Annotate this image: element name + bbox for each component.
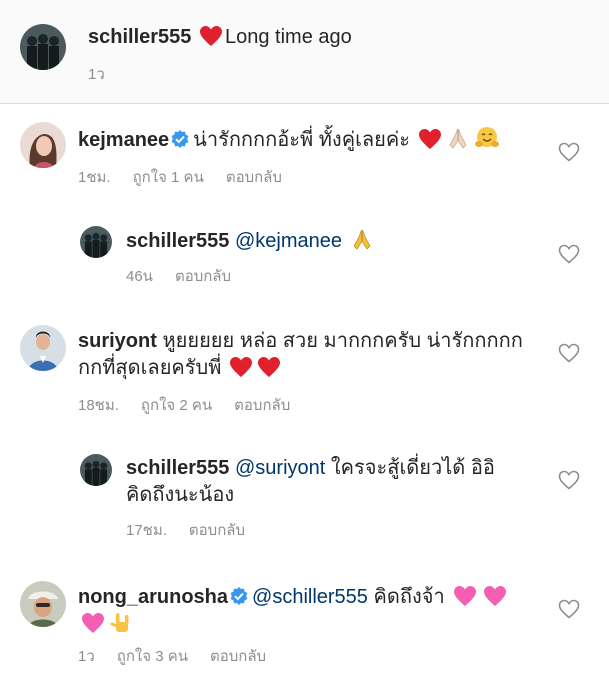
reply-text-line-1: ใครจะสู้เดี่ยวได้ อิอิ <box>330 457 495 479</box>
hugging-face-emoji-icon <box>474 126 500 157</box>
pink-hearts-emoji-icon <box>80 612 106 641</box>
mention-link[interactable]: @suriyont <box>235 457 325 479</box>
comment-time: 1ว <box>78 648 95 665</box>
reply-link[interactable]: ตอบกลับ <box>175 268 231 285</box>
avatar[interactable] <box>80 454 112 486</box>
pink-hearts-emoji-icon <box>452 585 478 614</box>
mention-link[interactable]: @schiller555 <box>252 586 368 608</box>
mention-link[interactable]: @kejmanee <box>235 230 342 252</box>
like-heart-icon[interactable] <box>558 343 580 363</box>
caption-text: Long time ago <box>224 26 352 48</box>
post-caption: schiller555 Long time ago 1ว <box>0 0 609 104</box>
red-heart-emoji-icon <box>257 356 281 385</box>
comment-text: คิดถึงจ้า <box>373 586 445 608</box>
reply-text-line-2: คิดถึงนะน้อง <box>126 484 235 506</box>
avatar[interactable] <box>20 581 66 627</box>
praying-hands-emoji-icon <box>350 227 374 258</box>
like-heart-icon[interactable] <box>558 142 580 162</box>
reply-link[interactable]: ตอบกลับ <box>210 648 266 665</box>
comment-username[interactable]: nong_arunosha <box>78 586 228 608</box>
caption-time: 1ว <box>88 66 105 83</box>
red-heart-emoji-icon <box>199 25 223 54</box>
pink-hearts-emoji-icon <box>482 585 508 614</box>
verified-badge-icon <box>171 129 189 155</box>
caption-username[interactable]: schiller555 <box>88 26 191 48</box>
avatar[interactable] <box>20 122 66 168</box>
avatar[interactable] <box>20 325 66 371</box>
likes-count-link[interactable]: ถูกใจ 1 คน <box>133 169 204 186</box>
likes-count-link[interactable]: ถูกใจ 3 คน <box>117 648 188 665</box>
comment-text: น่ารักกกกอ้ะพี่ ทั้งคู่เลยค่ะ <box>193 129 411 151</box>
praying-hands-emoji-icon <box>446 126 470 157</box>
likes-count-link[interactable]: ถูกใจ 2 คน <box>141 397 212 414</box>
like-heart-icon[interactable] <box>558 244 580 264</box>
reply-link[interactable]: ตอบกลับ <box>226 169 282 186</box>
comment-username[interactable]: kejmanee <box>78 129 169 151</box>
like-heart-icon[interactable] <box>558 599 580 619</box>
reply-link[interactable]: ตอบกลับ <box>189 522 245 539</box>
comment-text-line-1: หูยยยยย หล่อ สวย มากกกครับ น่ารักกกกก <box>162 330 523 352</box>
comment-time: 1ชม. <box>78 169 111 186</box>
comment-username[interactable]: suriyont <box>78 330 157 352</box>
red-heart-emoji-icon <box>418 128 442 157</box>
comment-time: 18ชม. <box>78 397 119 414</box>
avatar[interactable] <box>20 24 66 70</box>
reply-username[interactable]: schiller555 <box>126 457 229 479</box>
rock-on-hand-emoji-icon <box>110 610 134 641</box>
reply-time: 17ชม. <box>126 522 167 539</box>
like-heart-icon[interactable] <box>558 470 580 490</box>
comment-text-line-2: กกที่สุดเลยครับพี่ <box>78 357 222 379</box>
red-heart-emoji-icon <box>229 356 253 385</box>
reply-link[interactable]: ตอบกลับ <box>234 397 290 414</box>
reply-username[interactable]: schiller555 <box>126 230 229 252</box>
verified-badge-icon <box>230 586 248 612</box>
avatar[interactable] <box>80 226 112 258</box>
reply-time: 46น <box>126 268 153 285</box>
